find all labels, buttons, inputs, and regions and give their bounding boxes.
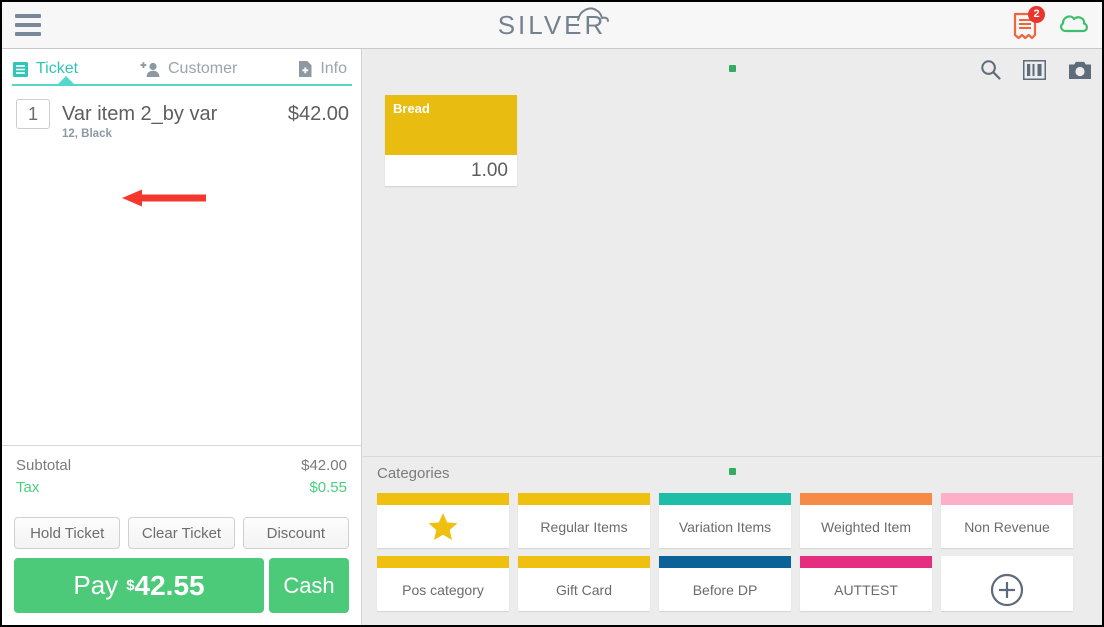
category-label — [941, 568, 1073, 611]
category-tile-regular-items[interactable]: Regular Items — [518, 493, 650, 548]
category-label: AUTTEST — [834, 581, 898, 598]
product-tile-bread[interactable]: Bread 1.00 — [385, 95, 517, 186]
cash-button[interactable]: Cash — [269, 558, 349, 613]
ticket-totals: Subtotal $42.00 Tax $0.55 — [2, 445, 361, 499]
ticket-count-badge: 2 — [1028, 5, 1045, 23]
product-price: 1.00 — [385, 155, 517, 186]
silver-logo: SILVER — [2, 2, 1102, 49]
category-tile-variation-items[interactable]: Variation Items — [659, 493, 791, 548]
ticket-panel: Ticket Customer Info 1 Var item 2_by var… — [2, 49, 362, 625]
clear-ticket-button[interactable]: Clear Ticket — [128, 517, 235, 549]
subtotal-value: $42.00 — [301, 457, 347, 474]
category-label: Before DP — [692, 581, 758, 598]
tax-row: Tax $0.55 — [16, 477, 347, 499]
category-label: Pos category — [402, 581, 484, 598]
category-color-bar — [800, 556, 932, 568]
category-tile-add-new[interactable] — [941, 556, 1073, 611]
open-tickets-button[interactable]: 2 — [1012, 5, 1045, 41]
category-color-bar — [518, 556, 650, 568]
category-page-dot-active[interactable] — [729, 468, 736, 475]
subtotal-row: Subtotal $42.00 — [16, 455, 347, 477]
category-label: Variation Items — [678, 518, 772, 535]
top-bar-actions: 2 — [1012, 2, 1090, 49]
main-toolbar — [980, 59, 1092, 85]
product-grid: Bread 1.00 — [385, 95, 517, 186]
pay-button[interactable]: Pay $ 42.55 — [14, 558, 264, 613]
tab-customer[interactable]: Customer — [140, 60, 237, 78]
star-icon — [428, 513, 458, 540]
category-color-bar — [377, 493, 509, 505]
cloud-swoosh-icon — [577, 7, 610, 22]
categories-grid: Regular Items Variation Items Weighted I… — [377, 493, 1073, 611]
pay-label: Pay — [73, 570, 119, 600]
line-item-variant: 12, Black — [62, 128, 112, 140]
line-item-name: Var item 2_by var — [62, 103, 218, 125]
payment-buttons: Pay $ 42.55 Cash — [14, 558, 349, 613]
hamburger-menu-icon[interactable] — [2, 2, 54, 49]
tab-info-label: Info — [320, 60, 347, 77]
category-color-bar — [377, 556, 509, 568]
tax-label: Tax — [16, 479, 40, 496]
search-button[interactable] — [980, 59, 1001, 85]
discount-button[interactable]: Discount — [242, 517, 349, 549]
pay-amount: 42.55 — [134, 569, 205, 601]
category-tile-non-revenue[interactable]: Non Revenue — [941, 493, 1073, 548]
pay-currency-symbol: $ — [126, 577, 135, 594]
logo-text: SILVER — [497, 10, 607, 40]
category-label: Gift Card — [555, 581, 612, 598]
item-page-indicator — [363, 65, 1102, 72]
hold-ticket-button[interactable]: Hold Ticket — [14, 517, 121, 549]
category-color-bar — [659, 493, 791, 505]
category-label: Regular Items — [540, 518, 628, 535]
line-item-quantity[interactable]: 1 — [16, 99, 50, 129]
add-document-icon — [299, 61, 312, 77]
category-tile-favorites[interactable] — [377, 493, 509, 548]
line-item-price: $42.00 — [287, 103, 349, 125]
tab-customer-label: Customer — [168, 60, 238, 77]
category-tile-pos-category[interactable]: Pos category — [377, 556, 509, 611]
category-color-bar — [659, 556, 791, 568]
ticket-action-buttons: Hold Ticket Clear Ticket Discount — [14, 517, 349, 549]
page-dot-active[interactable] — [729, 65, 736, 72]
product-name: Bread — [385, 95, 517, 155]
category-tile-auttest[interactable]: AUTTEST — [800, 556, 932, 611]
category-page-indicator — [363, 468, 1102, 475]
tab-active-underline — [12, 84, 352, 86]
subtotal-label: Subtotal — [16, 457, 72, 474]
category-tile-before-dp[interactable]: Before DP — [659, 556, 791, 611]
add-circle-icon — [990, 573, 1024, 606]
tax-value: $0.55 — [309, 479, 347, 496]
category-label — [377, 505, 509, 548]
tab-info[interactable]: Info — [298, 60, 347, 78]
ticket-tabs: Ticket Customer Info — [2, 49, 361, 86]
categories-panel: Categories Regular Items Variation Items… — [363, 456, 1102, 625]
pos-app-window: SILVER 2 Ticket Customer Info 1 Var item… — [0, 0, 1104, 627]
category-color-bar — [941, 556, 1073, 568]
main-content-area: Bread 1.00 Categories Regular Items Vari… — [363, 49, 1102, 625]
ticket-line-item[interactable]: 1 Var item 2_by var 12, Black $42.00 — [2, 91, 361, 140]
cloud-sync-button[interactable] — [1058, 11, 1090, 40]
category-label: Non Revenue — [964, 518, 1050, 535]
category-color-bar — [518, 493, 650, 505]
cloud-icon — [1060, 15, 1088, 33]
ticket-list-icon — [13, 61, 28, 77]
camera-button[interactable] — [1068, 60, 1092, 85]
ticket-item-list: 1 Var item 2_by var 12, Black $42.00 — [2, 91, 361, 443]
tab-active-caret — [58, 76, 74, 84]
category-tile-gift-card[interactable]: Gift Card — [518, 556, 650, 611]
category-color-bar — [800, 493, 932, 505]
add-person-icon — [140, 61, 160, 77]
category-tile-weighted-item[interactable]: Weighted Item — [800, 493, 932, 548]
category-label: Weighted Item — [820, 518, 911, 535]
categories-header: Categories — [363, 457, 1102, 489]
top-app-bar: SILVER 2 — [2, 2, 1102, 49]
barcode-scan-button[interactable] — [1022, 59, 1047, 85]
category-color-bar — [941, 493, 1073, 505]
